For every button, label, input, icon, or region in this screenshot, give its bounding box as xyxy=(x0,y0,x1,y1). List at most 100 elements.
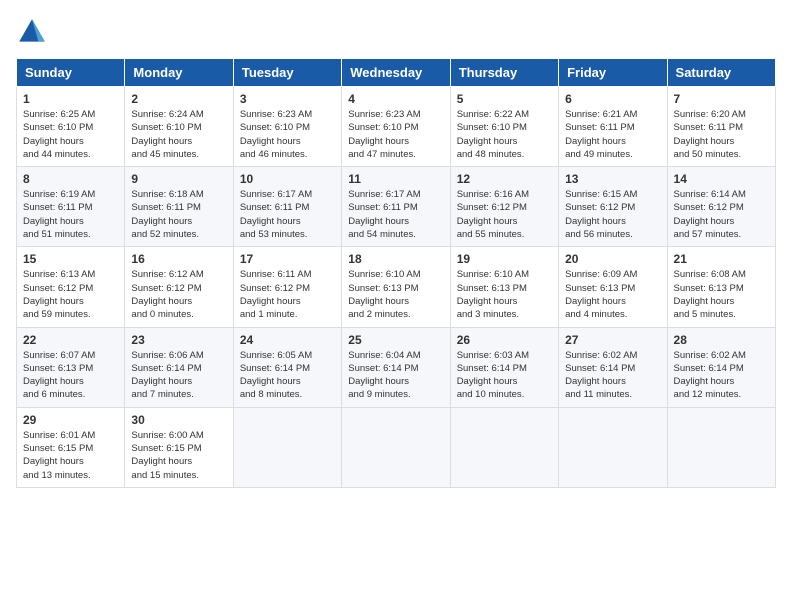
day-number: 9 xyxy=(131,172,226,186)
calendar-cell: 2 Sunrise: 6:24 AMSunset: 6:10 PMDaylight… xyxy=(125,87,233,167)
day-info: Sunrise: 6:14 AMSunset: 6:12 PMDaylight … xyxy=(674,188,769,241)
calendar-header-tuesday: Tuesday xyxy=(233,59,341,87)
calendar-cell: 4 Sunrise: 6:23 AMSunset: 6:10 PMDaylight… xyxy=(342,87,450,167)
calendar-cell: 16 Sunrise: 6:12 AMSunset: 6:12 PMDayligh… xyxy=(125,247,233,327)
day-info: Sunrise: 6:07 AMSunset: 6:13 PMDaylight … xyxy=(23,349,118,402)
day-number: 13 xyxy=(565,172,660,186)
calendar-cell: 26 Sunrise: 6:03 AMSunset: 6:14 PMDayligh… xyxy=(450,327,558,407)
day-number: 19 xyxy=(457,252,552,266)
logo-icon xyxy=(16,16,48,48)
calendar-cell: 11 Sunrise: 6:17 AMSunset: 6:11 PMDayligh… xyxy=(342,167,450,247)
calendar-cell: 25 Sunrise: 6:04 AMSunset: 6:14 PMDayligh… xyxy=(342,327,450,407)
day-info: Sunrise: 6:20 AMSunset: 6:11 PMDaylight … xyxy=(674,108,769,161)
day-number: 2 xyxy=(131,92,226,106)
day-info: Sunrise: 6:23 AMSunset: 6:10 PMDaylight … xyxy=(348,108,443,161)
day-number: 8 xyxy=(23,172,118,186)
calendar-week-2: 8 Sunrise: 6:19 AMSunset: 6:11 PMDaylight… xyxy=(17,167,776,247)
day-number: 30 xyxy=(131,413,226,427)
calendar-cell: 20 Sunrise: 6:09 AMSunset: 6:13 PMDayligh… xyxy=(559,247,667,327)
calendar-cell: 3 Sunrise: 6:23 AMSunset: 6:10 PMDaylight… xyxy=(233,87,341,167)
day-info: Sunrise: 6:12 AMSunset: 6:12 PMDaylight … xyxy=(131,268,226,321)
day-number: 3 xyxy=(240,92,335,106)
calendar-cell: 28Sunrise: 6:02 AMSunset: 6:14 PMDayligh… xyxy=(667,327,775,407)
day-info: Sunrise: 6:11 AMSunset: 6:12 PMDaylight … xyxy=(240,268,335,321)
day-info: Sunrise: 6:00 AMSunset: 6:15 PMDaylight … xyxy=(131,429,226,482)
calendar-cell: 10 Sunrise: 6:17 AMSunset: 6:11 PMDayligh… xyxy=(233,167,341,247)
calendar-cell: 5 Sunrise: 6:22 AMSunset: 6:10 PMDaylight… xyxy=(450,87,558,167)
day-info: Sunrise: 6:23 AMSunset: 6:10 PMDaylight … xyxy=(240,108,335,161)
day-info: Sunrise: 6:13 AMSunset: 6:12 PMDaylight … xyxy=(23,268,118,321)
day-info: Sunrise: 6:19 AMSunset: 6:11 PMDaylight … xyxy=(23,188,118,241)
day-info: Sunrise: 6:15 AMSunset: 6:12 PMDaylight … xyxy=(565,188,660,241)
calendar-cell: 17 Sunrise: 6:11 AMSunset: 6:12 PMDayligh… xyxy=(233,247,341,327)
day-info: Sunrise: 6:03 AMSunset: 6:14 PMDaylight … xyxy=(457,349,552,402)
day-info: Sunrise: 6:10 AMSunset: 6:13 PMDaylight … xyxy=(457,268,552,321)
day-number: 24 xyxy=(240,333,335,347)
day-number: 22 xyxy=(23,333,118,347)
day-number: 14 xyxy=(674,172,769,186)
day-number: 29 xyxy=(23,413,118,427)
day-number: 25 xyxy=(348,333,443,347)
day-info: Sunrise: 6:25 AMSunset: 6:10 PMDaylight … xyxy=(23,108,118,161)
calendar-cell: 29 Sunrise: 6:01 AMSunset: 6:15 PMDayligh… xyxy=(17,407,125,487)
day-info: Sunrise: 6:04 AMSunset: 6:14 PMDaylight … xyxy=(348,349,443,402)
day-number: 18 xyxy=(348,252,443,266)
calendar-cell xyxy=(233,407,341,487)
calendar-cell: 13 Sunrise: 6:15 AMSunset: 6:12 PMDayligh… xyxy=(559,167,667,247)
calendar-cell: 30 Sunrise: 6:00 AMSunset: 6:15 PMDayligh… xyxy=(125,407,233,487)
calendar-week-5: 29 Sunrise: 6:01 AMSunset: 6:15 PMDayligh… xyxy=(17,407,776,487)
calendar-body: 1 Sunrise: 6:25 AMSunset: 6:10 PMDaylight… xyxy=(17,87,776,488)
calendar-cell: 15 Sunrise: 6:13 AMSunset: 6:12 PMDayligh… xyxy=(17,247,125,327)
calendar-week-1: 1 Sunrise: 6:25 AMSunset: 6:10 PMDaylight… xyxy=(17,87,776,167)
day-info: Sunrise: 6:24 AMSunset: 6:10 PMDaylight … xyxy=(131,108,226,161)
day-number: 1 xyxy=(23,92,118,106)
calendar-cell: 8 Sunrise: 6:19 AMSunset: 6:11 PMDaylight… xyxy=(17,167,125,247)
calendar-cell: 1 Sunrise: 6:25 AMSunset: 6:10 PMDaylight… xyxy=(17,87,125,167)
calendar-cell: 22 Sunrise: 6:07 AMSunset: 6:13 PMDayligh… xyxy=(17,327,125,407)
day-number: 11 xyxy=(348,172,443,186)
day-number: 21 xyxy=(674,252,769,266)
day-number: 16 xyxy=(131,252,226,266)
day-number: 5 xyxy=(457,92,552,106)
day-info: Sunrise: 6:05 AMSunset: 6:14 PMDaylight … xyxy=(240,349,335,402)
day-info: Sunrise: 6:16 AMSunset: 6:12 PMDaylight … xyxy=(457,188,552,241)
calendar-cell: 12Sunrise: 6:16 AMSunset: 6:12 PMDayligh… xyxy=(450,167,558,247)
calendar-cell: 19 Sunrise: 6:10 AMSunset: 6:13 PMDayligh… xyxy=(450,247,558,327)
calendar-header-sunday: Sunday xyxy=(17,59,125,87)
day-number: 26 xyxy=(457,333,552,347)
calendar-header-wednesday: Wednesday xyxy=(342,59,450,87)
day-info: Sunrise: 6:21 AMSunset: 6:11 PMDaylight … xyxy=(565,108,660,161)
day-info: Sunrise: 6:17 AMSunset: 6:11 PMDaylight … xyxy=(240,188,335,241)
calendar-cell: 9Sunrise: 6:18 AMSunset: 6:11 PMDaylight… xyxy=(125,167,233,247)
calendar-cell xyxy=(450,407,558,487)
calendar-header-friday: Friday xyxy=(559,59,667,87)
calendar-cell: 18 Sunrise: 6:10 AMSunset: 6:13 PMDayligh… xyxy=(342,247,450,327)
calendar: SundayMondayTuesdayWednesdayThursdayFrid… xyxy=(16,58,776,488)
day-number: 17 xyxy=(240,252,335,266)
day-info: Sunrise: 6:22 AMSunset: 6:10 PMDaylight … xyxy=(457,108,552,161)
day-info: Sunrise: 6:06 AMSunset: 6:14 PMDaylight … xyxy=(131,349,226,402)
calendar-header-saturday: Saturday xyxy=(667,59,775,87)
calendar-header-row: SundayMondayTuesdayWednesdayThursdayFrid… xyxy=(17,59,776,87)
calendar-cell: 27Sunrise: 6:02 AMSunset: 6:14 PMDayligh… xyxy=(559,327,667,407)
day-info: Sunrise: 6:10 AMSunset: 6:13 PMDaylight … xyxy=(348,268,443,321)
logo xyxy=(16,16,52,48)
day-number: 23 xyxy=(131,333,226,347)
day-number: 4 xyxy=(348,92,443,106)
day-number: 6 xyxy=(565,92,660,106)
calendar-cell: 14 Sunrise: 6:14 AMSunset: 6:12 PMDayligh… xyxy=(667,167,775,247)
day-info: Sunrise: 6:08 AMSunset: 6:13 PMDaylight … xyxy=(674,268,769,321)
day-number: 15 xyxy=(23,252,118,266)
calendar-cell xyxy=(559,407,667,487)
day-info: Sunrise: 6:17 AMSunset: 6:11 PMDaylight … xyxy=(348,188,443,241)
calendar-cell xyxy=(667,407,775,487)
day-number: 28 xyxy=(674,333,769,347)
day-info: Sunrise: 6:01 AMSunset: 6:15 PMDaylight … xyxy=(23,429,118,482)
calendar-cell: 24 Sunrise: 6:05 AMSunset: 6:14 PMDayligh… xyxy=(233,327,341,407)
day-number: 10 xyxy=(240,172,335,186)
day-number: 20 xyxy=(565,252,660,266)
day-info: Sunrise: 6:09 AMSunset: 6:13 PMDaylight … xyxy=(565,268,660,321)
calendar-cell: 7Sunrise: 6:20 AMSunset: 6:11 PMDaylight… xyxy=(667,87,775,167)
day-number: 27 xyxy=(565,333,660,347)
calendar-header-monday: Monday xyxy=(125,59,233,87)
